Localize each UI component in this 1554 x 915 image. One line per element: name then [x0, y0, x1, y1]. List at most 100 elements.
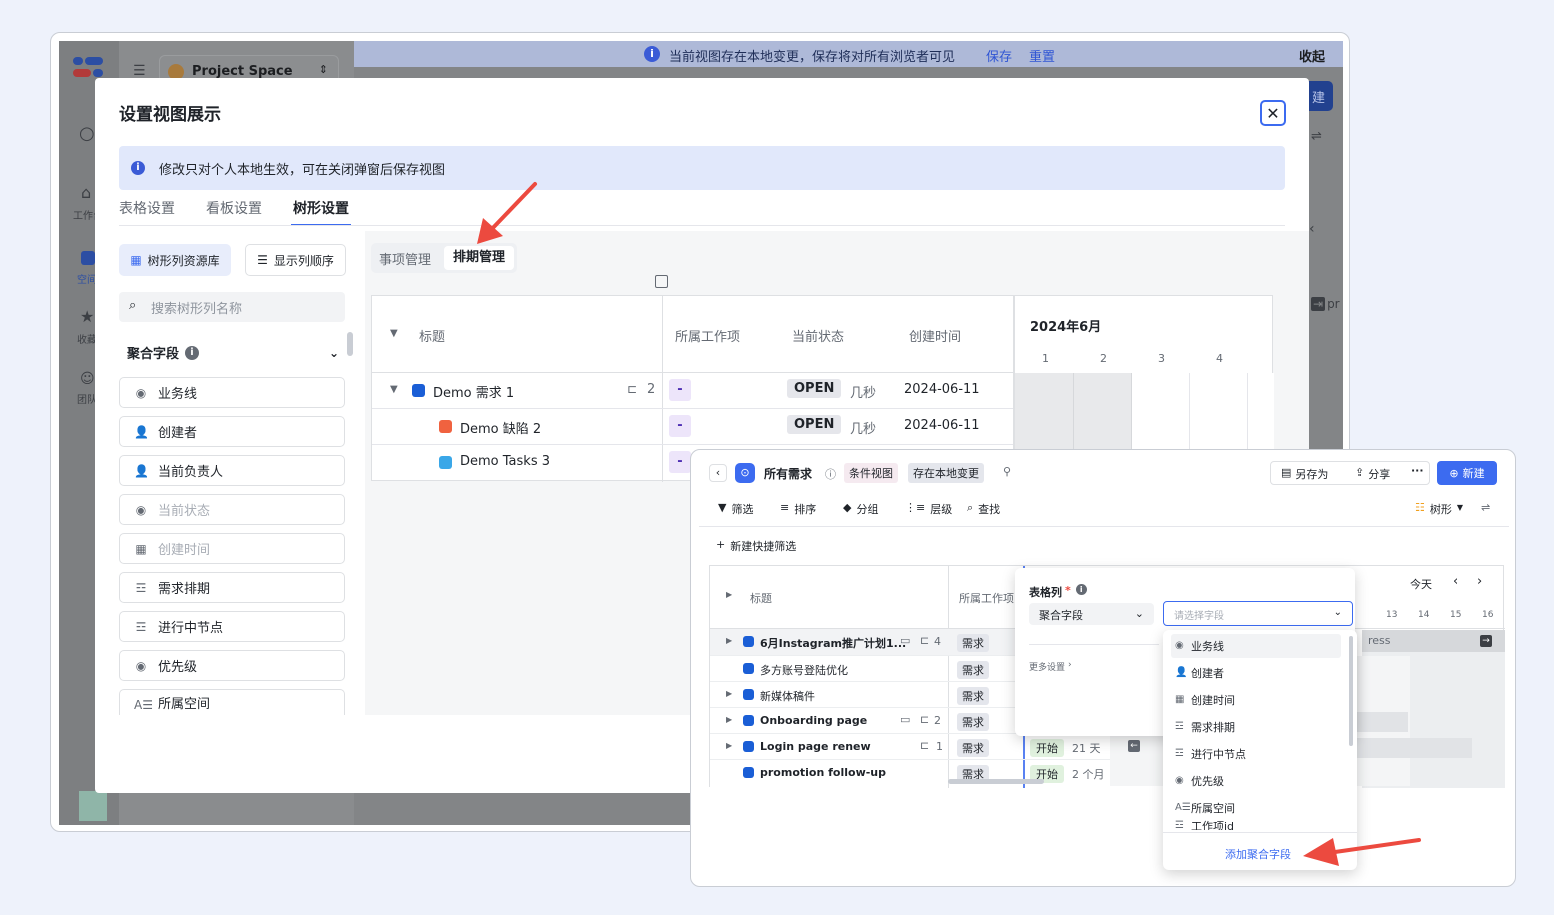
row-title[interactable]: Login page renew [760, 740, 871, 753]
table-row[interactable]: ▼ Demo 需求 1 ⊏ 2 - OPEN 几秒 2024-06-11 [372, 373, 1013, 408]
option-item[interactable]: ☲ 需求排期 [1171, 715, 1341, 739]
toolbar-group[interactable]: ◆ 分组 [843, 501, 878, 517]
field-item[interactable]: ◉ 优先级 [119, 650, 345, 681]
field-item[interactable]: 👤 当前负责人 [119, 455, 345, 486]
expand-icon[interactable]: ▶ [726, 689, 732, 698]
field-item[interactable]: 👤 创建者 [119, 416, 345, 447]
workitem-cell[interactable]: - [669, 379, 691, 401]
save-as-button[interactable]: ▤ 另存为 [1281, 466, 1328, 482]
option-item[interactable]: 👤 创建者 [1171, 661, 1341, 685]
status-badge[interactable]: OPEN [787, 379, 842, 398]
option-item[interactable]: ▦ 创建时间 [1171, 688, 1341, 712]
field-item[interactable]: ◉ 业务线 [119, 377, 345, 408]
field-item[interactable]: A☰ 所属空间 [119, 689, 345, 715]
new-quick-filter-button[interactable]: + 新建快捷筛选 [716, 538, 796, 554]
options-scrollbar[interactable] [1349, 636, 1353, 746]
group-field-header[interactable]: 聚合字段 i ⌄ [127, 343, 339, 362]
new-label: 新建 [1462, 467, 1485, 480]
avatar[interactable] [79, 791, 107, 821]
segment-item-management[interactable]: 事项管理 [379, 249, 431, 268]
search-input[interactable]: ⌕ 搜索树形列名称 [119, 292, 345, 322]
next-icon[interactable]: › [1477, 574, 1482, 589]
expand-icon[interactable]: ▼ [390, 384, 398, 395]
toolbar-sort[interactable]: ≡ 排序 [780, 501, 816, 517]
workitem-tag[interactable]: 需求 [957, 661, 989, 679]
group-type-select[interactable]: 聚合字段 ⌄ [1029, 603, 1154, 625]
workitem-tag[interactable]: 需求 [957, 713, 989, 731]
banner-collapse[interactable]: 收起 [1299, 46, 1325, 65]
sidebar-toggle-icon[interactable] [655, 275, 668, 288]
row-title[interactable]: Onboarding page [760, 714, 867, 727]
field-item[interactable]: ☲ 进行中节点 [119, 611, 345, 642]
horizontal-scrollbar[interactable] [948, 779, 1044, 784]
home-icon[interactable]: ⌂ [81, 183, 91, 202]
today-button[interactable]: 今天 [1410, 576, 1432, 592]
tree-column-library-button[interactable]: ▦ 树形列资源库 [119, 244, 231, 276]
row-title[interactable]: Demo 缺陷 2 [460, 418, 541, 437]
space-icon[interactable] [81, 251, 95, 265]
workitem-cell[interactable]: - [669, 415, 691, 437]
jump-icon[interactable]: → [1480, 635, 1492, 647]
row-title[interactable]: 多方账号登陆优化 [760, 662, 848, 678]
close-button[interactable]: ✕ [1260, 100, 1286, 126]
share-button[interactable]: ⇪ 分享 [1355, 466, 1390, 482]
expand-icon[interactable]: ▶ [726, 715, 732, 724]
expand-icon[interactable]: ▶ [726, 636, 732, 645]
collapse-icon[interactable]: ☰ [133, 63, 146, 79]
banner-save-link[interactable]: 保存 [986, 46, 1012, 65]
toolbar-level[interactable]: ⋮≡ 层级 [905, 501, 952, 517]
more-icon[interactable]: ··· [1411, 464, 1424, 477]
team-icon[interactable]: ☺ [80, 371, 95, 387]
option-item[interactable]: A☰ 所属空间 [1171, 796, 1341, 820]
column-header-title: 标题 [750, 592, 772, 605]
row-title[interactable]: 新媒体稿件 [760, 688, 815, 704]
field-item[interactable]: ☲ 需求排期 [119, 572, 345, 603]
workitem-cell[interactable]: - [669, 451, 691, 473]
table-row[interactable]: Demo 缺陷 2 - OPEN 几秒 2024-06-11 [372, 409, 1013, 444]
save-as-icon: ▤ [1281, 466, 1292, 479]
settings-icon[interactable]: ⇌ [1481, 501, 1490, 514]
banner-reset-link[interactable]: 重置 [1029, 46, 1055, 65]
option-item[interactable]: ◉ 业务线 [1171, 634, 1341, 658]
expand-icon[interactable]: ▶ [726, 741, 732, 750]
workitem-tag[interactable]: 需求 [957, 634, 989, 652]
pin-icon[interactable]: ⚲ [1003, 465, 1011, 478]
column-order-button[interactable]: ☰ 显示列顺序 [245, 244, 346, 276]
prev-icon[interactable]: ‹ [1453, 574, 1458, 589]
row-title[interactable]: promotion follow-up [760, 766, 886, 779]
more-settings[interactable]: 更多设置 › [1029, 660, 1072, 673]
field-item[interactable]: ▦ 创建时间 [119, 533, 345, 564]
new-button[interactable]: ⊕ 新建 [1437, 461, 1497, 485]
tab-table-settings[interactable]: 表格设置 [119, 198, 175, 226]
add-group-field-link[interactable]: 添加聚合字段 [1225, 846, 1291, 862]
option-item[interactable]: ☲ 工作项id [1171, 820, 1341, 830]
toolbar-level-label: 层级 [930, 503, 953, 516]
start-badge[interactable]: 开始 [1030, 739, 1064, 757]
field-item[interactable]: ◉ 当前状态 [119, 494, 345, 525]
row-title[interactable]: Demo 需求 1 [433, 382, 514, 401]
row-title[interactable]: 6月Instagram推广计划1... [760, 635, 906, 651]
gantt-nav-icon[interactable]: ← [1128, 740, 1140, 752]
chevron-left-icon[interactable]: ‹ [1309, 221, 1315, 237]
tab-tree-settings[interactable]: 树形设置 [291, 198, 351, 226]
expand-all-icon[interactable]: ▼ [390, 328, 398, 339]
star-icon[interactable]: ★ [80, 307, 94, 326]
toolbar-filter[interactable]: ▼ 筛选 [718, 501, 753, 517]
table-row[interactable]: ▶ Login page renew ⊏ 1 需求 开始 21 天 [710, 733, 1110, 759]
row-title[interactable]: Demo Tasks 3 [460, 454, 550, 469]
workitem-tag[interactable]: 需求 [957, 739, 989, 757]
toolbar-find[interactable]: ⌕ 查找 [967, 501, 1000, 517]
scrollbar[interactable] [347, 332, 353, 356]
expand-all-icon[interactable]: ▶ [726, 590, 732, 599]
option-item[interactable]: ☲ 进行中节点 [1171, 742, 1341, 766]
option-item[interactable]: ◉ 优先级 [1171, 769, 1341, 793]
search-icon[interactable]: ○ [79, 123, 95, 144]
tab-kanban-settings[interactable]: 看板设置 [206, 198, 262, 226]
workitem-tag[interactable]: 需求 [957, 687, 989, 705]
status-badge[interactable]: OPEN [787, 415, 842, 434]
back-button[interactable]: ‹ [709, 464, 727, 482]
filter-settings-icon[interactable]: ⇌ [1311, 129, 1322, 144]
table-row[interactable]: promotion follow-up 需求 开始 2 个月 [710, 759, 1110, 785]
field-select[interactable]: 请选择字段 ⌄ [1163, 601, 1353, 626]
view-type-switch[interactable]: ☷ 树形 ▼ [1415, 501, 1463, 517]
